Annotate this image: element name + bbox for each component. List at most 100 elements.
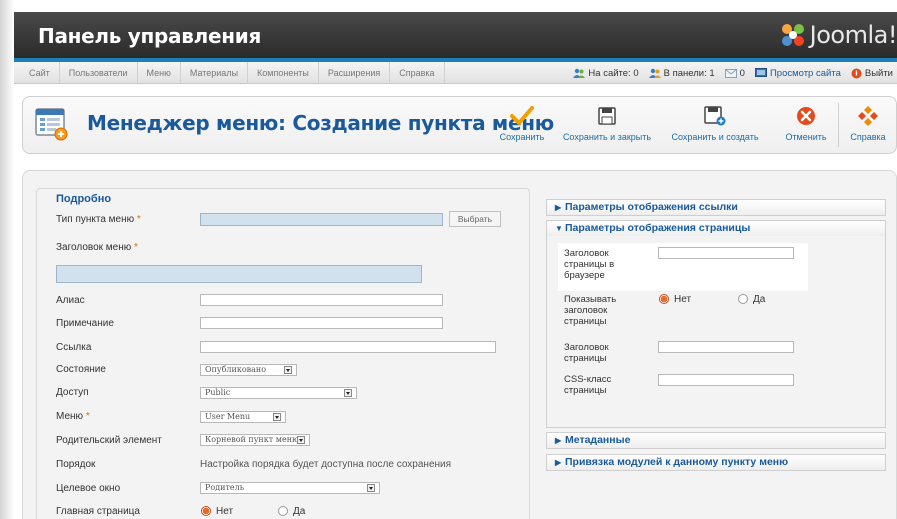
admin-users-icon [648,68,661,78]
view-site-text: Просмотр сайта [769,67,841,79]
css-class-input[interactable] [658,374,794,386]
joomla-logo[interactable]: Joomla! [780,20,897,50]
collapsed-arrow-icon: ▶ [555,203,562,212]
menu-select[interactable]: User Menu [200,411,286,423]
menu-item-help[interactable]: Справка [390,62,445,84]
order-note: Настройка порядка будет доступна после с… [200,459,452,470]
admin-users: В панели: 1 [648,68,715,79]
details-legend: Подробно [54,193,114,205]
menu-item-content[interactable]: Материалы [181,62,249,84]
title-label-text: Заголовок меню [56,242,132,253]
manager-title: Менеджер меню: Создание пункта меню [87,111,554,135]
menu-item-users[interactable]: Пользователи [60,62,138,84]
alias-input[interactable] [200,294,443,306]
state-value: Опубликовано [205,365,267,374]
home-no-label: Нет [216,506,234,517]
required-mark: * [85,411,90,422]
joomla-logo-icon [781,24,804,46]
link-display-options-header[interactable]: ▶ Параметры отображения ссылки [546,199,886,216]
home-no-radio[interactable] [201,506,211,516]
users-icon [573,68,586,78]
page-title: Панель управления [38,24,261,48]
toolbar-divider [838,103,839,147]
cancel-button[interactable]: Отменить [777,105,835,142]
menu-manager-icon [35,108,68,141]
parent-select[interactable]: Корневой пункт меню [200,434,310,446]
save-close-button[interactable]: Сохранить и закрыть [557,105,657,142]
main-menu-bar: Сайт Пользователи Меню Материалы Компоне… [14,62,897,84]
menu-item-site[interactable]: Сайт [20,62,60,84]
page-heading-input[interactable] [658,341,794,353]
save-close-label: Сохранить и закрыть [562,132,652,142]
show-title-label: Показывать заголовок страницы [564,294,617,327]
link-label: Ссылка [56,342,92,353]
show-title-no-radio[interactable] [659,294,669,304]
toolbar: Менеджер меню: Создание пункта меню Сохр… [22,96,897,154]
logout-text: Выйти [864,67,893,79]
save-new-button[interactable]: Сохранить и создать [661,105,769,142]
note-label: Примечание [56,318,114,329]
type-label: Тип пункта меню * [56,214,141,225]
joomla-logo-text: Joomla! [809,21,897,49]
target-label: Целевое окно [56,483,121,494]
required-mark: * [134,242,138,253]
show-title-yes-label: Да [753,294,766,305]
cancel-label: Отменить [785,132,827,142]
save-icon [598,107,616,125]
menu-value: User Menu [205,412,251,421]
access-select[interactable]: Public [200,387,357,399]
order-label: Порядок [56,459,96,470]
collapsed-arrow-icon: ▶ [555,458,562,467]
chevron-down-icon [344,389,352,397]
parent-value: Корневой пункт меню [205,435,299,444]
title-label: Заголовок меню * [56,242,138,253]
messages[interactable]: 0 [724,68,745,79]
online-users: На сайте: 0 [573,68,639,79]
browser-title-input[interactable] [658,247,794,259]
home-yes-label: Да [293,506,306,517]
save-new-label: Сохранить и создать [671,132,759,142]
metadata-header[interactable]: ▶ Метаданные [546,432,886,449]
menu-item-menus[interactable]: Меню [138,62,181,84]
chevron-down-icon [367,484,375,492]
chevron-down-icon [297,436,305,444]
save-new-icon [704,106,726,126]
target-value: Родитель [205,483,245,492]
mail-icon [724,69,737,78]
logout-link[interactable]: Выйти [851,68,893,79]
monitor-icon [754,68,767,77]
show-title-yes-radio[interactable] [738,294,748,304]
menu-title-input[interactable] [56,265,422,283]
cancel-icon [797,107,815,125]
admin-header: Панель управления Joomla! [14,12,897,62]
state-select[interactable]: Опубликовано [200,364,297,376]
help-label: Справка [850,132,886,142]
view-site-link[interactable]: Просмотр сайта [754,67,841,79]
note-input[interactable] [200,317,443,329]
save-button[interactable]: Сохранить [487,105,557,142]
home-yes-radio[interactable] [278,506,288,516]
page-display-options-header[interactable]: ▼ Параметры отображения страницы [546,220,886,237]
help-button[interactable]: Справка [843,105,893,142]
menu-label-text: Меню [56,411,84,422]
alias-label: Алиас [56,295,85,306]
page-display-text: Параметры отображения страницы [565,222,751,234]
access-value: Public [205,388,231,397]
metadata-text: Метаданные [565,434,631,446]
module-assignment-header[interactable]: ▶ Привязка модулей к данному пункту меню [546,454,886,471]
collapsed-arrow-icon: ▶ [555,436,562,445]
chevron-down-icon [284,366,292,374]
menu-item-type-field[interactable] [200,213,443,226]
link-input[interactable] [200,341,496,353]
select-type-button[interactable]: Выбрать [449,211,501,227]
checkmark-icon [510,106,534,125]
menu-item-extensions[interactable]: Расширения [319,62,391,84]
module-assignment-text: Привязка модулей к данному пункту меню [565,456,789,468]
menu-item-components[interactable]: Компоненты [248,62,319,84]
target-select[interactable]: Родитель [200,482,380,494]
access-label: Доступ [56,387,89,398]
menu-label: Меню * [56,411,90,422]
page-shadow [0,0,14,519]
help-icon [858,106,878,126]
css-class-label: CSS-класс страницы [564,374,612,396]
